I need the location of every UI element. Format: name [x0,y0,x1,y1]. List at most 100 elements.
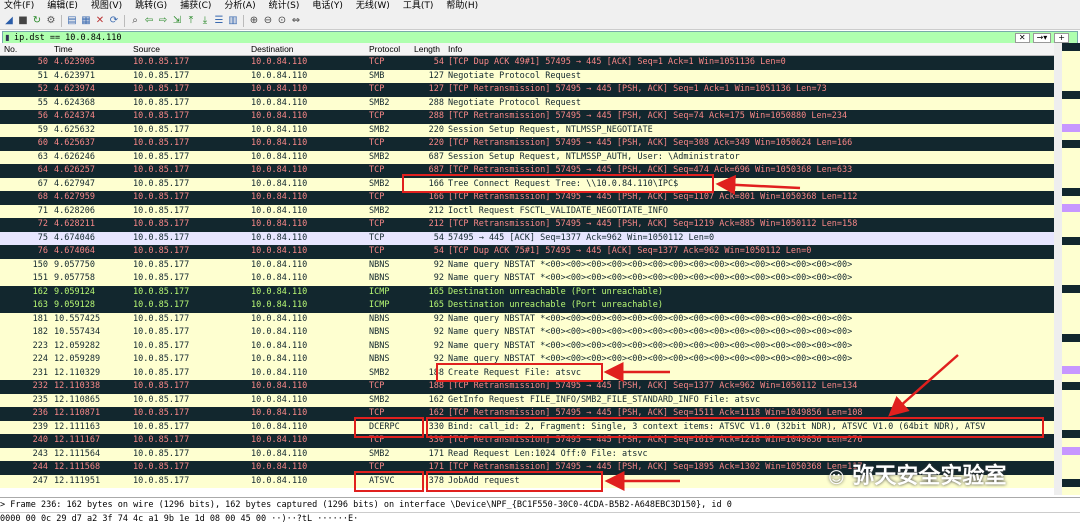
packet-row[interactable]: 162 9.059124 10.0.85.177 10.0.84.110 ICMP 165… [0,285,1080,299]
packet-cell-info: [TCP Retransmission] 57495 → 445 [PSH, A… [448,435,863,445]
apply-filter-icon[interactable]: →▾ [1032,32,1052,43]
packet-cell-time: 12.059289 [54,354,101,364]
packet-row[interactable]: 60 4.625637 10.0.85.177 10.0.84.110 TCP 220 [T… [0,137,1080,151]
resize-columns-icon[interactable]: ⇔ [290,15,302,27]
packet-row[interactable]: 239 12.111163 10.0.85.177 10.0.84.110 DCERPC… [0,420,1080,434]
packet-row[interactable]: 63 4.626246 10.0.85.177 10.0.84.110 SMB2 687 S… [0,150,1080,164]
packet-row[interactable]: 68 4.627959 10.0.85.177 10.0.84.110 TCP 166 [T… [0,191,1080,205]
packet-cell-src: 10.0.85.177 [133,286,190,297]
packet-row[interactable]: 56 4.624374 10.0.85.177 10.0.84.110 TCP 288 [T… [0,110,1080,124]
find-packet-icon[interactable]: ⌕ [129,15,141,27]
packet-cell-len: 127 [428,70,444,81]
packet-cell-info: Read Request Len:1024 Off:0 File: atsvc [448,448,648,459]
packet-row[interactable]: 72 4.628211 10.0.85.177 10.0.84.110 TCP 212 [T… [0,218,1080,232]
packet-cell-len: 171 [428,462,444,472]
packet-row[interactable]: 76 4.674064 10.0.85.177 10.0.84.110 TCP 54 [TC… [0,245,1080,259]
packet-row[interactable]: 71 4.628206 10.0.85.177 10.0.84.110 SMB2 212 I… [0,204,1080,218]
packet-cell-src: 10.0.85.177 [133,462,190,472]
display-filter-input[interactable] [12,32,1015,43]
zoom-reset-icon[interactable]: ⊙ [276,15,288,27]
minimap-stripe [1062,139,1080,148]
detail-expand-icon[interactable]: > [0,500,10,510]
menu-item[interactable]: 帮助(H) [446,1,478,11]
packet-cell-info: GetInfo Request FILE_INFO/SMB2_FILE_STAN… [448,394,761,405]
first-packet-icon[interactable]: ⤒ [185,15,197,27]
minimap-stripe [1062,236,1080,245]
reload-icon[interactable]: ⟳ [108,15,120,27]
packet-cell-len: 687 [428,165,444,175]
menu-item[interactable]: 分析(A) [224,1,255,11]
packet-row[interactable]: 59 4.625632 10.0.85.177 10.0.84.110 SMB2 220 S… [0,123,1080,137]
packet-cell-proto: TCP [369,57,385,67]
column-header[interactable]: Info [448,43,462,55]
open-file-icon[interactable]: ▤ [66,15,78,27]
last-packet-icon[interactable]: ⤓ [199,15,211,27]
packet-row[interactable]: 223 12.059282 10.0.85.177 10.0.84.110 NBNS 92… [0,339,1080,353]
packet-row[interactable]: 235 12.110865 10.0.85.177 10.0.84.110 SMB2 16… [0,393,1080,407]
menu-item[interactable]: 工具(T) [403,1,434,11]
menu-item[interactable]: 文件(F) [4,1,34,11]
packet-row[interactable]: 236 12.110871 10.0.85.177 10.0.84.110 TCP 162… [0,407,1080,421]
packet-row[interactable]: 55 4.624368 10.0.85.177 10.0.84.110 SMB2 288 N… [0,96,1080,110]
restart-capture-icon[interactable]: ↻ [31,15,43,27]
add-filter-button[interactable]: + [1054,32,1069,43]
menu-item[interactable]: 编辑(E) [47,1,78,11]
packet-row[interactable]: 243 12.111564 10.0.85.177 10.0.84.110 SMB2 17… [0,447,1080,461]
go-back-icon[interactable]: ⇦ [143,15,155,27]
column-header[interactable]: Protocol [369,43,400,55]
clear-filter-icon[interactable]: ✕ [1014,32,1030,43]
packet-cell-info: Name query NBSTAT *<00><00><00><00><00><… [448,340,853,351]
packet-cell-src: 10.0.85.177 [133,421,190,432]
packet-row[interactable]: 67 4.627947 10.0.85.177 10.0.84.110 SMB2 166 T… [0,177,1080,191]
menu-item[interactable]: 统计(S) [269,1,300,11]
packet-cell-len: 54 [433,57,444,67]
column-header[interactable]: No. [4,43,17,55]
packet-cell-src: 10.0.85.177 [133,367,190,378]
packet-cell-len: 166 [428,192,444,202]
packet-bytes-pane[interactable]: 0000 00 0c 29 d7 a2 3f 74 4c a1 9b 1e 1d… [0,512,1080,526]
packet-row[interactable]: 151 9.057758 10.0.85.177 10.0.84.110 NBNS 92 N… [0,272,1080,286]
zoom-in-icon[interactable]: ⊕ [248,15,260,27]
column-header[interactable]: Length [414,43,440,55]
menu-item[interactable]: 跳转(G) [135,1,167,11]
packet-row[interactable]: 50 4.623905 10.0.85.177 10.0.84.110 TCP 54 [TC… [0,56,1080,70]
colorize-icon[interactable]: ▥ [227,15,239,27]
packet-row[interactable]: 64 4.626257 10.0.85.177 10.0.84.110 TCP 687 [T… [0,164,1080,178]
column-header[interactable]: Destination [251,43,294,55]
packet-row[interactable]: 224 12.059289 10.0.85.177 10.0.84.110 NBNS 92… [0,353,1080,367]
packet-row[interactable]: 52 4.623974 10.0.85.177 10.0.84.110 TCP 127 [T… [0,83,1080,97]
capture-options-icon[interactable]: ⚙ [45,15,57,27]
packet-row[interactable]: 150 9.057750 10.0.85.177 10.0.84.110 NBNS 92 N… [0,258,1080,272]
go-to-packet-icon[interactable]: ⇲ [171,15,183,27]
bookmark-icon[interactable]: ▮ [3,33,12,42]
packet-cell-info: [TCP Retransmission] 57495 → 445 [PSH, A… [448,138,853,148]
packet-row[interactable]: 163 9.059128 10.0.85.177 10.0.84.110 ICMP 165… [0,299,1080,313]
packet-row[interactable]: 75 4.674046 10.0.85.177 10.0.84.110 TCP 54 574… [0,231,1080,245]
interface-icon[interactable]: ◢ [3,15,15,27]
packet-minimap[interactable] [1062,43,1080,495]
minimap-stripe [1062,123,1080,132]
menu-item[interactable]: 捕获(C) [180,1,211,11]
wechat-icon: ☺ [828,468,845,487]
packet-row[interactable]: 232 12.110338 10.0.85.177 10.0.84.110 TCP 188… [0,380,1080,394]
packet-row[interactable]: 182 10.557434 10.0.85.177 10.0.84.110 NBNS 92… [0,326,1080,340]
close-file-icon[interactable]: ✕ [94,15,106,27]
packet-row[interactable]: 240 12.111167 10.0.85.177 10.0.84.110 TCP 330… [0,434,1080,448]
packet-cell-dst: 10.0.84.110 [251,232,308,243]
packet-row[interactable]: 181 10.557425 10.0.85.177 10.0.84.110 NBNS 92… [0,312,1080,326]
frame-summary: Frame 236: 162 bytes on wire (1296 bits)… [10,500,732,510]
column-header[interactable]: Source [133,43,160,55]
go-forward-icon[interactable]: ⇨ [157,15,169,27]
vertical-scrollbar[interactable] [1054,43,1062,495]
packet-row[interactable]: 231 12.110329 10.0.85.177 10.0.84.110 SMB2 18… [0,366,1080,380]
menu-item[interactable]: 无线(W) [356,1,390,11]
packet-detail-pane[interactable]: > Frame 236: 162 bytes on wire (1296 bit… [0,497,1080,512]
stop-capture-icon[interactable]: ■ [17,15,29,27]
menu-item[interactable]: 视图(V) [91,1,122,11]
autoscroll-icon[interactable]: ☰ [213,15,225,27]
packet-row[interactable]: 51 4.623971 10.0.85.177 10.0.84.110 SMB 127 Ne… [0,69,1080,83]
save-file-icon[interactable]: ▦ [80,15,92,27]
menu-item[interactable]: 电话(Y) [312,1,343,11]
zoom-out-icon[interactable]: ⊖ [262,15,274,27]
column-header[interactable]: Time [54,43,73,55]
